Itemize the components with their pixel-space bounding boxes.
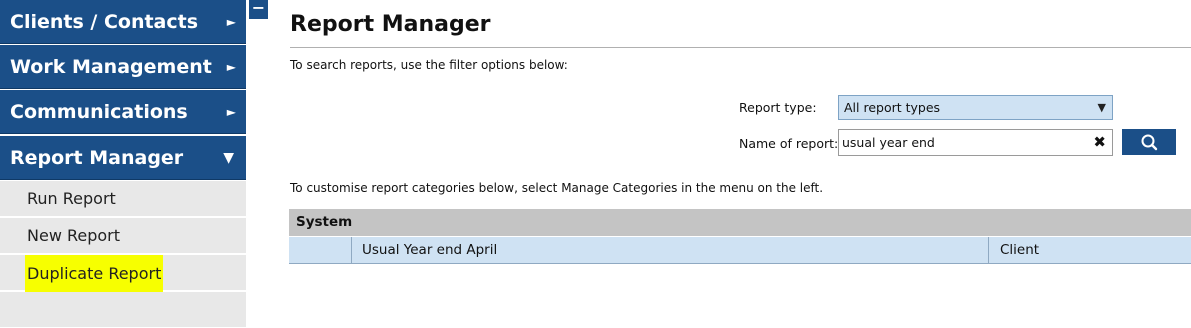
sidebar-item-label: Run Report xyxy=(27,189,116,208)
categories-instructions: To customise report categories below, se… xyxy=(290,181,824,195)
sidebar-item-label: New Report xyxy=(27,226,121,245)
sidebar-item-duplicate-report[interactable]: Duplicate Report xyxy=(0,255,246,293)
sidebar-item-run-report[interactable]: Run Report xyxy=(0,181,246,217)
page-title: Report Manager xyxy=(290,12,491,37)
nav-communications[interactable]: Communications ► xyxy=(0,90,246,134)
filter-instructions: To search reports, use the filter option… xyxy=(290,58,568,72)
sidebar-item-new-report[interactable]: New Report xyxy=(0,218,246,254)
title-divider xyxy=(290,47,1191,48)
sidebar-item-more xyxy=(0,292,246,328)
chevron-right-icon: ► xyxy=(226,60,236,74)
collapse-sidebar-button[interactable]: − xyxy=(249,0,268,19)
nav-label: Work Management xyxy=(10,56,212,78)
nav-label: Report Manager xyxy=(10,147,184,169)
report-type-select[interactable]: All report types ▼ xyxy=(838,95,1113,120)
reports-table: System Usual Year end April Client xyxy=(289,209,1191,264)
sidebar-item-label: Duplicate Report xyxy=(25,255,164,293)
dropdown-arrow-icon: ▼ xyxy=(1097,101,1106,114)
report-name-input[interactable] xyxy=(842,130,1082,155)
category-label: System xyxy=(296,214,353,230)
nav-clients-contacts[interactable]: Clients / Contacts ► xyxy=(0,0,246,44)
category-header[interactable]: System xyxy=(289,209,1191,236)
row-select-cell[interactable] xyxy=(289,237,352,263)
search-icon xyxy=(1141,134,1158,151)
report-type-value: All report types xyxy=(844,100,941,115)
search-button[interactable] xyxy=(1122,129,1176,155)
report-type-label: Report type: xyxy=(739,100,817,115)
nav-report-manager[interactable]: Report Manager ▼ xyxy=(0,136,246,180)
nav-label: Clients / Contacts xyxy=(10,11,199,33)
chevron-down-icon: ▼ xyxy=(223,150,234,166)
nav-label: Communications xyxy=(10,101,188,123)
chevron-right-icon: ► xyxy=(226,105,236,119)
sidebar: Clients / Contacts ► Work Management ► C… xyxy=(0,0,246,328)
report-type-cell: Client xyxy=(1000,242,1040,258)
chevron-right-icon: ► xyxy=(226,15,236,29)
report-name-label: Name of report: xyxy=(739,136,839,151)
nav-work-management[interactable]: Work Management ► xyxy=(0,45,246,89)
report-name-cell: Usual Year end April xyxy=(352,237,989,263)
clear-icon[interactable]: ✖ xyxy=(1093,130,1106,155)
report-name-field: ✖ xyxy=(838,129,1113,156)
table-row[interactable]: Usual Year end April Client xyxy=(289,236,1191,264)
